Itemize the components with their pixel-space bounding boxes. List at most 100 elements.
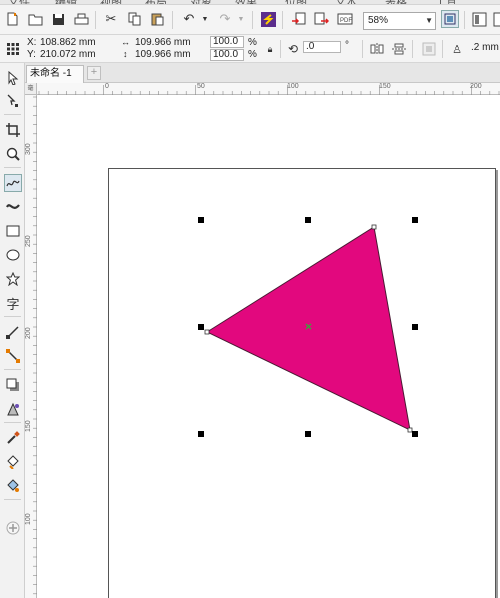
ruler-tick-label: 250 [25, 235, 32, 247]
add-tool-icon[interactable] [4, 519, 22, 537]
curve-node[interactable] [371, 224, 377, 230]
ruler-tick-label: 100 [25, 513, 32, 525]
lock-ratio-icon[interactable]: 🔒︎ [261, 40, 279, 58]
toolbox-separator [4, 114, 21, 115]
ruler-tick-label: 200 [470, 83, 482, 90]
selection-handle-top-center[interactable] [305, 217, 311, 223]
scale-y-field[interactable]: 100.0 [210, 49, 244, 61]
print-icon[interactable] [72, 10, 90, 28]
ruler-tick-label: 150 [379, 83, 391, 90]
toolbar-separator [252, 11, 253, 29]
toolbar-separator [280, 40, 281, 58]
interactive-fill-icon[interactable] [4, 453, 22, 471]
selection-handle-top-left[interactable] [198, 217, 204, 223]
outline-pen-icon[interactable]: ♙ [448, 40, 466, 58]
height-field[interactable]: 109.966 mm [135, 49, 205, 60]
ruler-tick-label: 300 [25, 143, 32, 155]
paste-icon[interactable] [148, 10, 166, 28]
pick-tool-icon[interactable] [4, 69, 22, 87]
save-icon[interactable] [49, 10, 67, 28]
application-launcher-icon[interactable] [490, 10, 500, 28]
options-icon[interactable] [470, 10, 488, 28]
document-tab[interactable]: 未命名 -1 [26, 65, 84, 83]
scale-x-percent: % [248, 37, 257, 48]
add-document-tab-button[interactable]: + [87, 66, 101, 80]
drawing-canvas[interactable] [37, 95, 500, 598]
smart-fill-icon[interactable] [4, 477, 22, 495]
selection-handle-middle-right[interactable] [412, 324, 418, 330]
copy-icon[interactable] [125, 10, 143, 28]
toolbox-separator [4, 167, 21, 168]
standard-toolbar: ✂ ↶ ▼ ↷ ▼ PDF 58% ▼ [0, 5, 500, 35]
mirror-vertical-icon[interactable] [390, 40, 408, 58]
new-icon[interactable] [3, 10, 21, 28]
toolbar-separator [464, 11, 465, 29]
width-icon: ↔ [121, 37, 130, 47]
x-label: X: [27, 37, 37, 48]
horizontal-ruler[interactable]: 0 50 100 150 200 [37, 83, 500, 95]
polygon-tool-icon[interactable] [4, 270, 22, 288]
text-tool-icon[interactable]: 字 [4, 294, 22, 312]
triangle-shape[interactable] [205, 226, 411, 431]
cut-icon[interactable]: ✂ [102, 10, 120, 28]
y-label: Y: [27, 49, 36, 60]
selection-handle-bottom-left[interactable] [198, 431, 204, 437]
scale-y-percent: % [248, 49, 257, 60]
mirror-horizontal-icon[interactable] [368, 40, 386, 58]
ruler-tick-label: 150 [25, 420, 32, 432]
outline-width-field[interactable]: .2 mm [471, 42, 499, 53]
import-icon[interactable] [289, 10, 307, 28]
corel-connect-icon[interactable] [259, 10, 277, 28]
toolbox-separator [4, 316, 21, 317]
rotation-angle-field[interactable]: .0 [303, 41, 341, 53]
selection-handle-top-right[interactable] [412, 217, 418, 223]
ruler-tick-label: 200 [25, 327, 32, 339]
ruler-tick-label: 0 [105, 83, 109, 90]
rotation-icon: ⟲ [287, 42, 299, 56]
selection-handle-bottom-right[interactable] [412, 431, 418, 437]
curve-node[interactable] [204, 329, 210, 335]
crop-tool-icon[interactable] [4, 121, 22, 139]
x-position-field[interactable]: 108.862 mm [40, 37, 112, 48]
ellipse-tool-icon[interactable] [4, 246, 22, 264]
selection-handle-bottom-center[interactable] [305, 431, 311, 437]
toolbar-separator [412, 40, 413, 58]
toolbar-separator [172, 11, 173, 29]
scale-x-field[interactable]: 100.0 [210, 36, 244, 48]
y-position-field[interactable]: 210.072 mm [40, 49, 112, 60]
vertical-ruler[interactable]: 300 250 200 150 100 [25, 95, 37, 598]
toolbox-separator [4, 422, 21, 423]
redo-dropdown-icon[interactable]: ▼ [232, 10, 250, 28]
zoom-tool-icon[interactable] [4, 145, 22, 163]
parallel-dimension-icon[interactable] [4, 323, 22, 341]
coreldraw-window: 文件 编辑 视图 布局 对象 效果 位图 文本 表格 工具 ✂ ↶ [0, 0, 500, 598]
toolbar-separator [442, 40, 443, 58]
toolbar-separator [95, 11, 96, 29]
rectangle-tool-icon[interactable] [4, 222, 22, 240]
toolbox: 字 [0, 63, 25, 598]
freehand-tool-icon[interactable] [4, 174, 22, 192]
shape-tool-icon[interactable] [4, 92, 22, 110]
full-screen-icon[interactable] [441, 10, 459, 28]
toolbox-separator [4, 499, 21, 500]
ruler-origin[interactable]: 毫米 [25, 83, 37, 104]
width-field[interactable]: 109.966 mm [135, 37, 205, 48]
undo-dropdown-icon[interactable]: ▼ [196, 10, 214, 28]
drop-shadow-icon[interactable] [4, 376, 22, 394]
artistic-media-icon[interactable] [4, 198, 22, 216]
svg-text:PDF: PDF [340, 18, 352, 24]
connector-tool-icon[interactable] [4, 347, 22, 365]
export-icon[interactable] [312, 10, 330, 28]
zoom-level-select[interactable]: 58% ▼ [363, 12, 436, 30]
height-icon: ↕ [123, 49, 128, 59]
ruler-tick-label: 100 [287, 83, 299, 90]
selection-handle-middle-left[interactable] [198, 324, 204, 330]
transparency-tool-icon[interactable] [4, 400, 22, 418]
curve-node[interactable] [407, 427, 413, 433]
publish-pdf-icon[interactable]: PDF [336, 10, 354, 28]
toolbar-separator [282, 11, 283, 29]
open-icon[interactable] [26, 10, 44, 28]
eyedropper-tool-icon[interactable] [4, 429, 22, 447]
to-curves-icon[interactable] [420, 40, 438, 58]
object-origin-icon[interactable] [4, 40, 22, 58]
